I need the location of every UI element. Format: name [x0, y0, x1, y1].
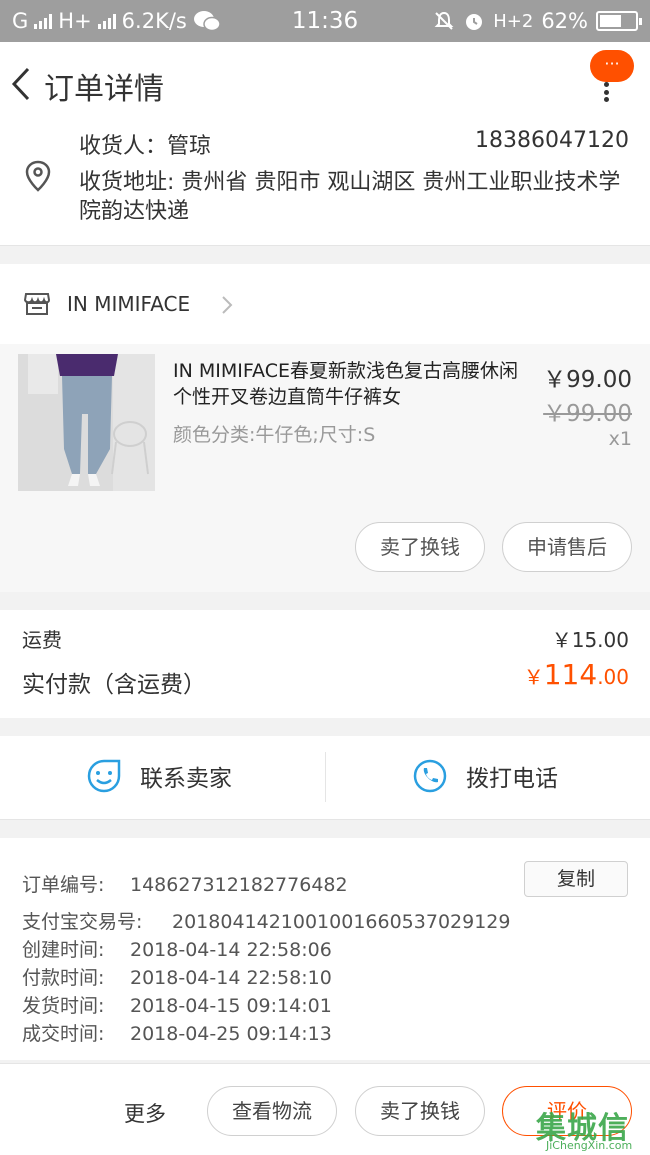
product-title[interactable]: IN MIMIFACE春夏新款浅色复古高腰休闲个性开叉卷边直筒牛仔裤女 — [173, 358, 529, 410]
network-type-3: H+2 — [493, 10, 534, 32]
alipay-label: 支付宝交易号: — [22, 911, 143, 933]
order-info: 订单编号: 148627312182776482 复制 支付宝交易号: 201804… — [0, 838, 650, 1060]
product-item[interactable]: IN MIMIFACE春夏新款浅色复古高腰休闲个性开叉卷边直筒牛仔裤女 颜色分类… — [0, 344, 650, 592]
shipping-address: 收货地址: 贵州省 贵阳市 观山湖区 贵州工业职业技术学院韵达快递 — [79, 168, 634, 226]
created-time: 2018-04-14 22:58:06 — [130, 939, 332, 961]
product-sku: 颜色分类:牛仔色;尺寸:S — [173, 424, 376, 446]
chevron-right-icon — [222, 296, 233, 314]
battery-icon — [596, 11, 642, 31]
original-price: ￥99.00 — [543, 401, 632, 427]
alipay-row: 支付宝交易号: 2018041421001001660537029129 — [22, 907, 510, 934]
copy-button[interactable]: 复制 — [524, 861, 628, 897]
sell-button[interactable]: 卖了换钱 — [355, 522, 485, 572]
recipient-label: 收货人： — [79, 134, 168, 159]
total-integer: 114 — [543, 658, 598, 691]
network-type-2: H+ — [58, 9, 92, 33]
page-title: 订单详情 — [44, 72, 164, 107]
location-pin-icon — [25, 160, 51, 192]
order-number: 148627312182776482 — [130, 874, 348, 896]
shop-name[interactable]: IN MIMIFACE — [67, 292, 190, 316]
back-arrow-icon[interactable] — [8, 64, 38, 104]
shop-icon — [23, 293, 51, 315]
more-icon[interactable] — [603, 82, 609, 102]
more-button[interactable]: 更多 — [124, 1098, 166, 1128]
address-section[interactable]: 收货人：管琼 18386047120 收货地址: 贵州省 贵阳市 观山湖区 贵州… — [0, 128, 650, 246]
total-currency: ￥ — [523, 665, 544, 689]
total-label: 实付款（含运费） — [22, 672, 206, 698]
total-decimal: .00 — [597, 665, 629, 689]
message-badge[interactable]: ··· — [590, 50, 634, 82]
order-number-label: 订单编号: — [22, 874, 105, 896]
order-card: IN MIMIFACE IN MIMIFACE春夏新款浅色复古高腰休闲个性开叉卷… — [0, 264, 650, 592]
closed-row: 成交时间: 2018-04-25 09:14:13 — [22, 1019, 332, 1046]
recipient-name: 管琼 — [167, 134, 212, 159]
call-label: 拨打电话 — [466, 766, 558, 792]
watermark-logo: 集城信 JiChengXin.com — [536, 1103, 650, 1155]
network-speed: 6.2K/s — [121, 9, 187, 33]
paid-row: 付款时间: 2018-04-14 22:58:10 — [22, 963, 332, 990]
closed-time: 2018-04-25 09:14:13 — [130, 1023, 332, 1045]
shipping-label: 运费 — [22, 628, 62, 652]
total-value: ￥114.00 — [524, 658, 629, 691]
mute-icon — [434, 11, 454, 30]
after-sale-button[interactable]: 申请售后 — [502, 522, 632, 572]
created-row: 创建时间: 2018-04-14 22:58:06 — [22, 935, 332, 962]
alarm-icon — [466, 14, 483, 30]
created-label: 创建时间: — [22, 939, 105, 961]
phone-icon — [413, 759, 447, 793]
closed-label: 成交时间: — [22, 1023, 105, 1045]
status-left: G H+ 6.2K/s — [12, 9, 221, 33]
signal-icon — [97, 13, 116, 29]
shop-row[interactable]: IN MIMIFACE — [0, 264, 650, 344]
wechat-icon — [193, 11, 221, 32]
divider — [325, 752, 326, 802]
battery-fill — [600, 15, 622, 27]
shipped-row: 发货时间: 2018-04-15 09:14:01 — [22, 991, 332, 1018]
sell-button-bottom[interactable]: 卖了换钱 — [355, 1086, 485, 1136]
network-type: G — [12, 9, 29, 33]
watermark-subtext: JiChengXin.com — [546, 1139, 633, 1152]
nav-bar: 订单详情 ··· — [0, 42, 650, 128]
contact-seller-button[interactable]: 联系卖家 — [86, 758, 232, 794]
smile-chat-icon — [87, 759, 121, 793]
alipay-number: 2018041421001001660537029129 — [172, 911, 511, 933]
shipping-value: ￥15.00 — [551, 628, 629, 652]
recipient: 收货人：管琼 — [79, 128, 211, 160]
paid-time: 2018-04-14 22:58:10 — [130, 967, 332, 989]
product-image[interactable] — [18, 354, 155, 491]
recipient-phone: 18386047120 — [475, 128, 629, 153]
contact-bar: 联系卖家 拨打电话 — [0, 736, 650, 820]
view-logistics-button[interactable]: 查看物流 — [207, 1086, 337, 1136]
shipped-time: 2018-04-15 09:14:01 — [130, 995, 332, 1017]
product-quantity: x1 — [608, 428, 632, 450]
product-price: ￥99.00 — [543, 367, 632, 393]
status-bar: G H+ 6.2K/s 11:36 H+2 62% — [0, 0, 650, 42]
fee-summary: 运费 ￥15.00 实付款（含运费） ￥114.00 — [0, 610, 650, 718]
battery-percent: 62% — [541, 9, 588, 33]
paid-label: 付款时间: — [22, 967, 105, 989]
contact-seller-label: 联系卖家 — [140, 766, 232, 792]
order-number-row: 订单编号: 148627312182776482 — [22, 870, 348, 897]
call-button[interactable]: 拨打电话 — [412, 758, 558, 794]
status-right: H+2 62% — [433, 9, 642, 33]
signal-icon — [34, 13, 53, 29]
shipped-label: 发货时间: — [22, 995, 105, 1017]
address-label: 收货地址: — [79, 170, 175, 195]
